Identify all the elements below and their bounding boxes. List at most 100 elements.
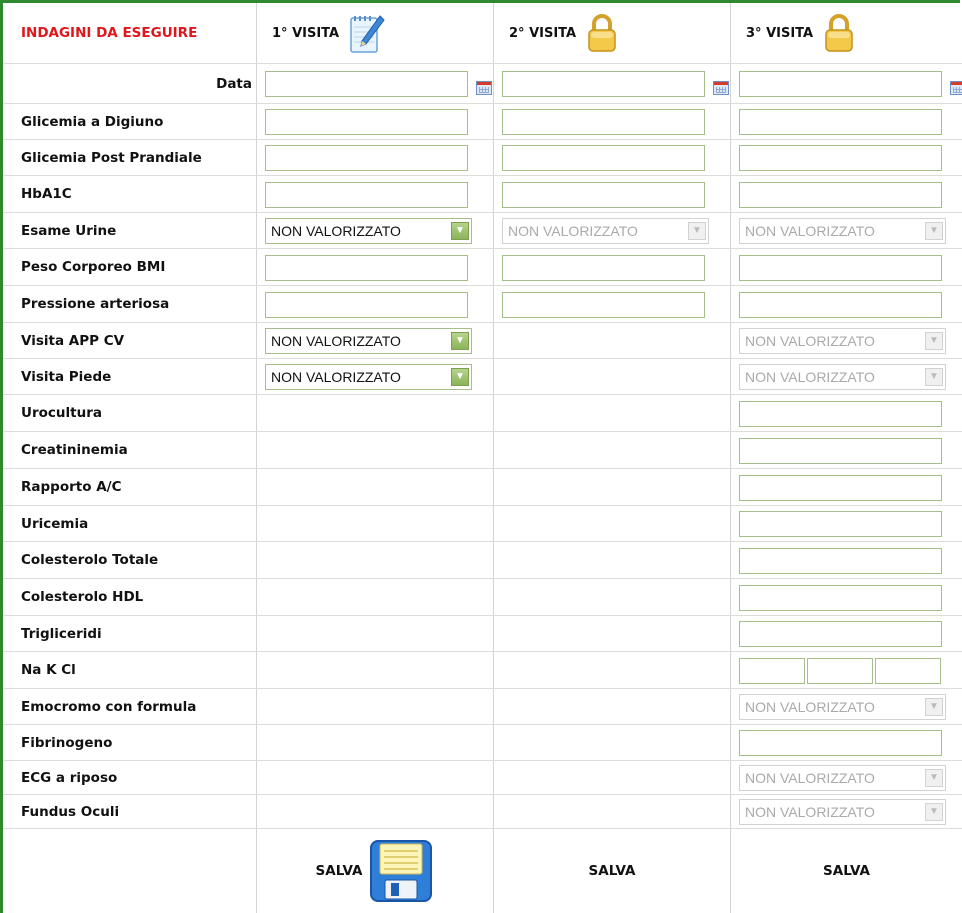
row-label: Emocromo con formula <box>21 698 197 715</box>
select-value: NON VALORIZZATO <box>271 333 401 349</box>
chevron-down-icon: ▼ <box>925 222 943 240</box>
visit-3-input[interactable] <box>739 511 942 537</box>
visit-2-label: 2° VISITA <box>509 25 577 41</box>
lock-icon <box>825 14 853 52</box>
row-label: Na K Cl <box>21 662 76 678</box>
row-trigliceridi: Trigliceridi <box>3 616 962 652</box>
visit-3-input[interactable] <box>739 438 942 464</box>
row-label: Glicemia a Digiuno <box>21 113 164 130</box>
visits-table: INDAGINI DA ESEGUIRE 1° VISITA 2° VISITA… <box>3 3 962 913</box>
visit-1-input[interactable] <box>265 109 468 135</box>
visit-3-input[interactable] <box>739 475 942 501</box>
row-na-k-cl: Na K Cl <box>3 652 962 689</box>
save-label: SALVA <box>588 863 636 879</box>
row-visita-app-cv: Visita APP CV NON VALORIZZATO ▼ NON VALOR… <box>3 323 962 359</box>
row-label: Rapporto A/C <box>21 479 122 495</box>
visit-3-input[interactable] <box>739 585 942 611</box>
row-label: Esame Urine <box>21 222 117 239</box>
visit-3-select: NON VALORIZZATO ▼ <box>739 218 946 244</box>
row-fibrinogeno: Fibrinogeno <box>3 725 962 761</box>
chevron-down-icon[interactable]: ▼ <box>451 222 469 240</box>
select-value: NON VALORIZZATO <box>745 699 875 715</box>
row-label: Colesterolo Totale <box>21 552 159 568</box>
visit-3-date-input[interactable] <box>739 71 962 97</box>
row-esame-urine: Esame Urine NON VALORIZZATO ▼ NON VALORIZ… <box>3 213 962 249</box>
row-colesterolo-totale: Colesterolo Totale <box>3 542 962 579</box>
visit-3-input[interactable] <box>739 109 942 135</box>
visit-3-input[interactable] <box>739 548 942 574</box>
select-value: NON VALORIZZATO <box>745 804 875 820</box>
visit-2-input[interactable] <box>502 182 705 208</box>
calendar-icon[interactable] <box>476 81 492 95</box>
visit-1-input[interactable] <box>265 255 468 281</box>
chevron-down-icon: ▼ <box>925 332 943 350</box>
row-label: Colesterolo HDL <box>21 589 144 605</box>
cl-input[interactable] <box>875 658 941 684</box>
visit-2-date-input[interactable] <box>502 71 729 97</box>
visit-2-input[interactable] <box>502 109 705 135</box>
visit-3-input[interactable] <box>739 730 942 756</box>
visit-3-header: 3° VISITA <box>746 3 855 63</box>
row-glicemia-digiuno: Glicemia a Digiuno <box>3 104 962 140</box>
visit-1-input[interactable] <box>265 292 468 318</box>
visit-3-select: NON VALORIZZATO ▼ <box>739 799 946 825</box>
floppy-disk-icon[interactable] <box>368 838 434 904</box>
visit-3-input[interactable] <box>739 292 942 318</box>
chevron-down-icon[interactable]: ▼ <box>451 368 469 386</box>
chevron-down-icon: ▼ <box>925 698 943 716</box>
visit-3-select: NON VALORIZZATO ▼ <box>739 694 946 720</box>
visit-3-input[interactable] <box>739 255 942 281</box>
row-label: Visita APP CV <box>21 332 125 349</box>
visit-3-input[interactable] <box>739 621 942 647</box>
edit-notepad-icon[interactable] <box>349 12 385 54</box>
row-label: Creatininemia <box>21 442 128 458</box>
row-label: Visita Piede <box>21 368 112 385</box>
chevron-down-icon: ▼ <box>925 803 943 821</box>
calendar-icon[interactable] <box>950 81 962 95</box>
visit-1-select[interactable]: NON VALORIZZATO ▼ <box>265 218 472 244</box>
select-value: NON VALORIZZATO <box>508 223 638 239</box>
visit-1-save-button[interactable]: SALVA <box>257 829 493 913</box>
visit-2-header: 2° VISITA <box>509 3 618 63</box>
visit-3-select: NON VALORIZZATO ▼ <box>739 328 946 354</box>
row-label: ECG a riposo <box>21 769 118 786</box>
save-row: SALVA SALVA SALVA <box>3 829 962 913</box>
table-title: INDAGINI DA ESEGUIRE <box>21 25 198 41</box>
visit-3-input[interactable] <box>739 182 942 208</box>
calendar-icon[interactable] <box>713 81 729 95</box>
row-label: HbA1C <box>21 186 72 202</box>
row-data: Data <box>3 64 962 104</box>
k-input[interactable] <box>807 658 873 684</box>
select-value: NON VALORIZZATO <box>745 369 875 385</box>
row-label: Pressione arteriosa <box>21 296 170 312</box>
visit-3-select: NON VALORIZZATO ▼ <box>739 364 946 390</box>
row-urocultura: Urocultura <box>3 395 962 432</box>
visit-3-input[interactable] <box>739 145 942 171</box>
chevron-down-icon: ▼ <box>925 769 943 787</box>
visit-2-save-button[interactable]: SALVA <box>494 829 730 913</box>
visit-3-save-button[interactable]: SALVA <box>731 829 962 913</box>
visit-2-input[interactable] <box>502 292 705 318</box>
row-creatininemia: Creatininemia <box>3 432 962 469</box>
visit-1-select[interactable]: NON VALORIZZATO ▼ <box>265 328 472 354</box>
visit-1-input[interactable] <box>265 145 468 171</box>
save-label: SALVA <box>315 863 363 879</box>
row-rapporto-ac: Rapporto A/C <box>3 469 962 506</box>
visit-1-date-input[interactable] <box>265 71 492 97</box>
select-value: NON VALORIZZATO <box>745 223 875 239</box>
chevron-down-icon[interactable]: ▼ <box>451 332 469 350</box>
visit-1-input[interactable] <box>265 182 468 208</box>
visit-3-input[interactable] <box>739 401 942 427</box>
save-label: SALVA <box>823 863 870 879</box>
row-label: Glicemia Post Prandiale <box>21 149 202 166</box>
row-label: Uricemia <box>21 515 89 532</box>
visit-3-select: NON VALORIZZATO ▼ <box>739 765 946 791</box>
row-visita-piede: Visita Piede NON VALORIZZATO ▼ NON VALORI… <box>3 359 962 395</box>
visit-2-input[interactable] <box>502 145 705 171</box>
visit-2-input[interactable] <box>502 255 705 281</box>
row-label: Fibrinogeno <box>21 734 113 751</box>
na-input[interactable] <box>739 658 805 684</box>
visit-3-label: 3° VISITA <box>746 25 814 41</box>
visit-1-select[interactable]: NON VALORIZZATO ▼ <box>265 364 472 390</box>
select-value: NON VALORIZZATO <box>271 223 401 239</box>
